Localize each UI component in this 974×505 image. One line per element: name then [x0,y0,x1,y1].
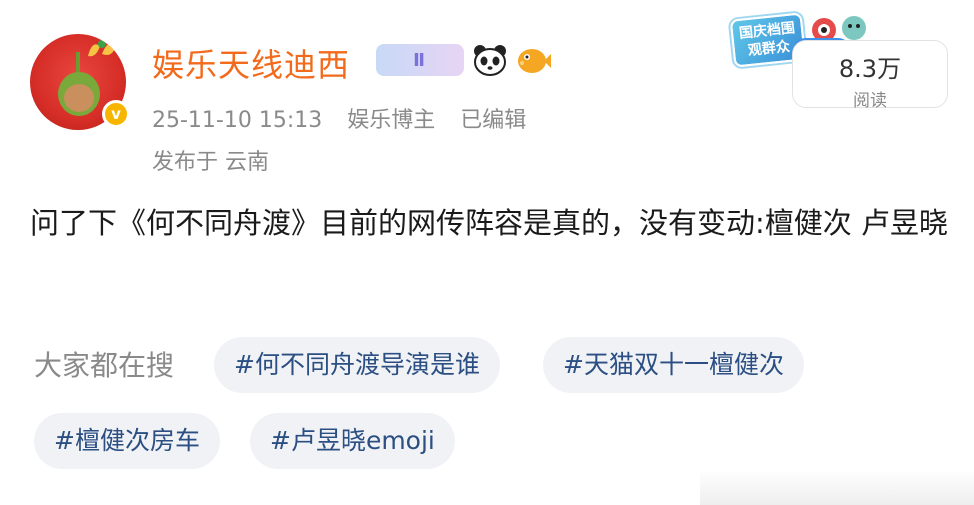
bottom-shadow [700,470,974,505]
panda-icon [472,42,508,78]
search-tag[interactable]: #卢昱晓emoji [250,413,455,469]
search-tag[interactable]: #何不同舟渡导演是谁 [214,337,500,393]
reads-counter: 8.3万 阅读 [792,40,948,111]
edited-label[interactable]: 已编辑 [460,108,526,133]
author-badges: Ⅱ [376,40,552,80]
post-timestamp: 25-11-10 15:13 [152,108,323,133]
reads-label: 阅读 [853,91,887,111]
post-meta: 25-11-10 15:13 娱乐博主 已编辑 [152,102,544,134]
search-tag[interactable]: #天猫双十一檀健次 [543,337,804,393]
bells-icon [88,40,116,57]
pufferfish-icon [516,42,552,78]
post-location: 发布于 云南 [152,150,269,175]
verified-badge-icon: v [102,100,130,128]
post-content: 问了下《何不同舟渡》目前的网传阵容是真的，没有变动:檀健次 卢昱晓 [30,206,948,240]
author-name[interactable]: 娱乐天线迪西 [152,40,350,86]
search-tag[interactable]: #檀健次房车 [34,413,220,469]
author-avatar[interactable]: v [30,30,130,130]
author-type: 娱乐博主 [347,108,436,133]
level-badge[interactable]: Ⅱ [376,44,464,76]
search-section-label: 大家都在搜 [34,349,175,382]
reads-count: 8.3万 [838,55,902,83]
